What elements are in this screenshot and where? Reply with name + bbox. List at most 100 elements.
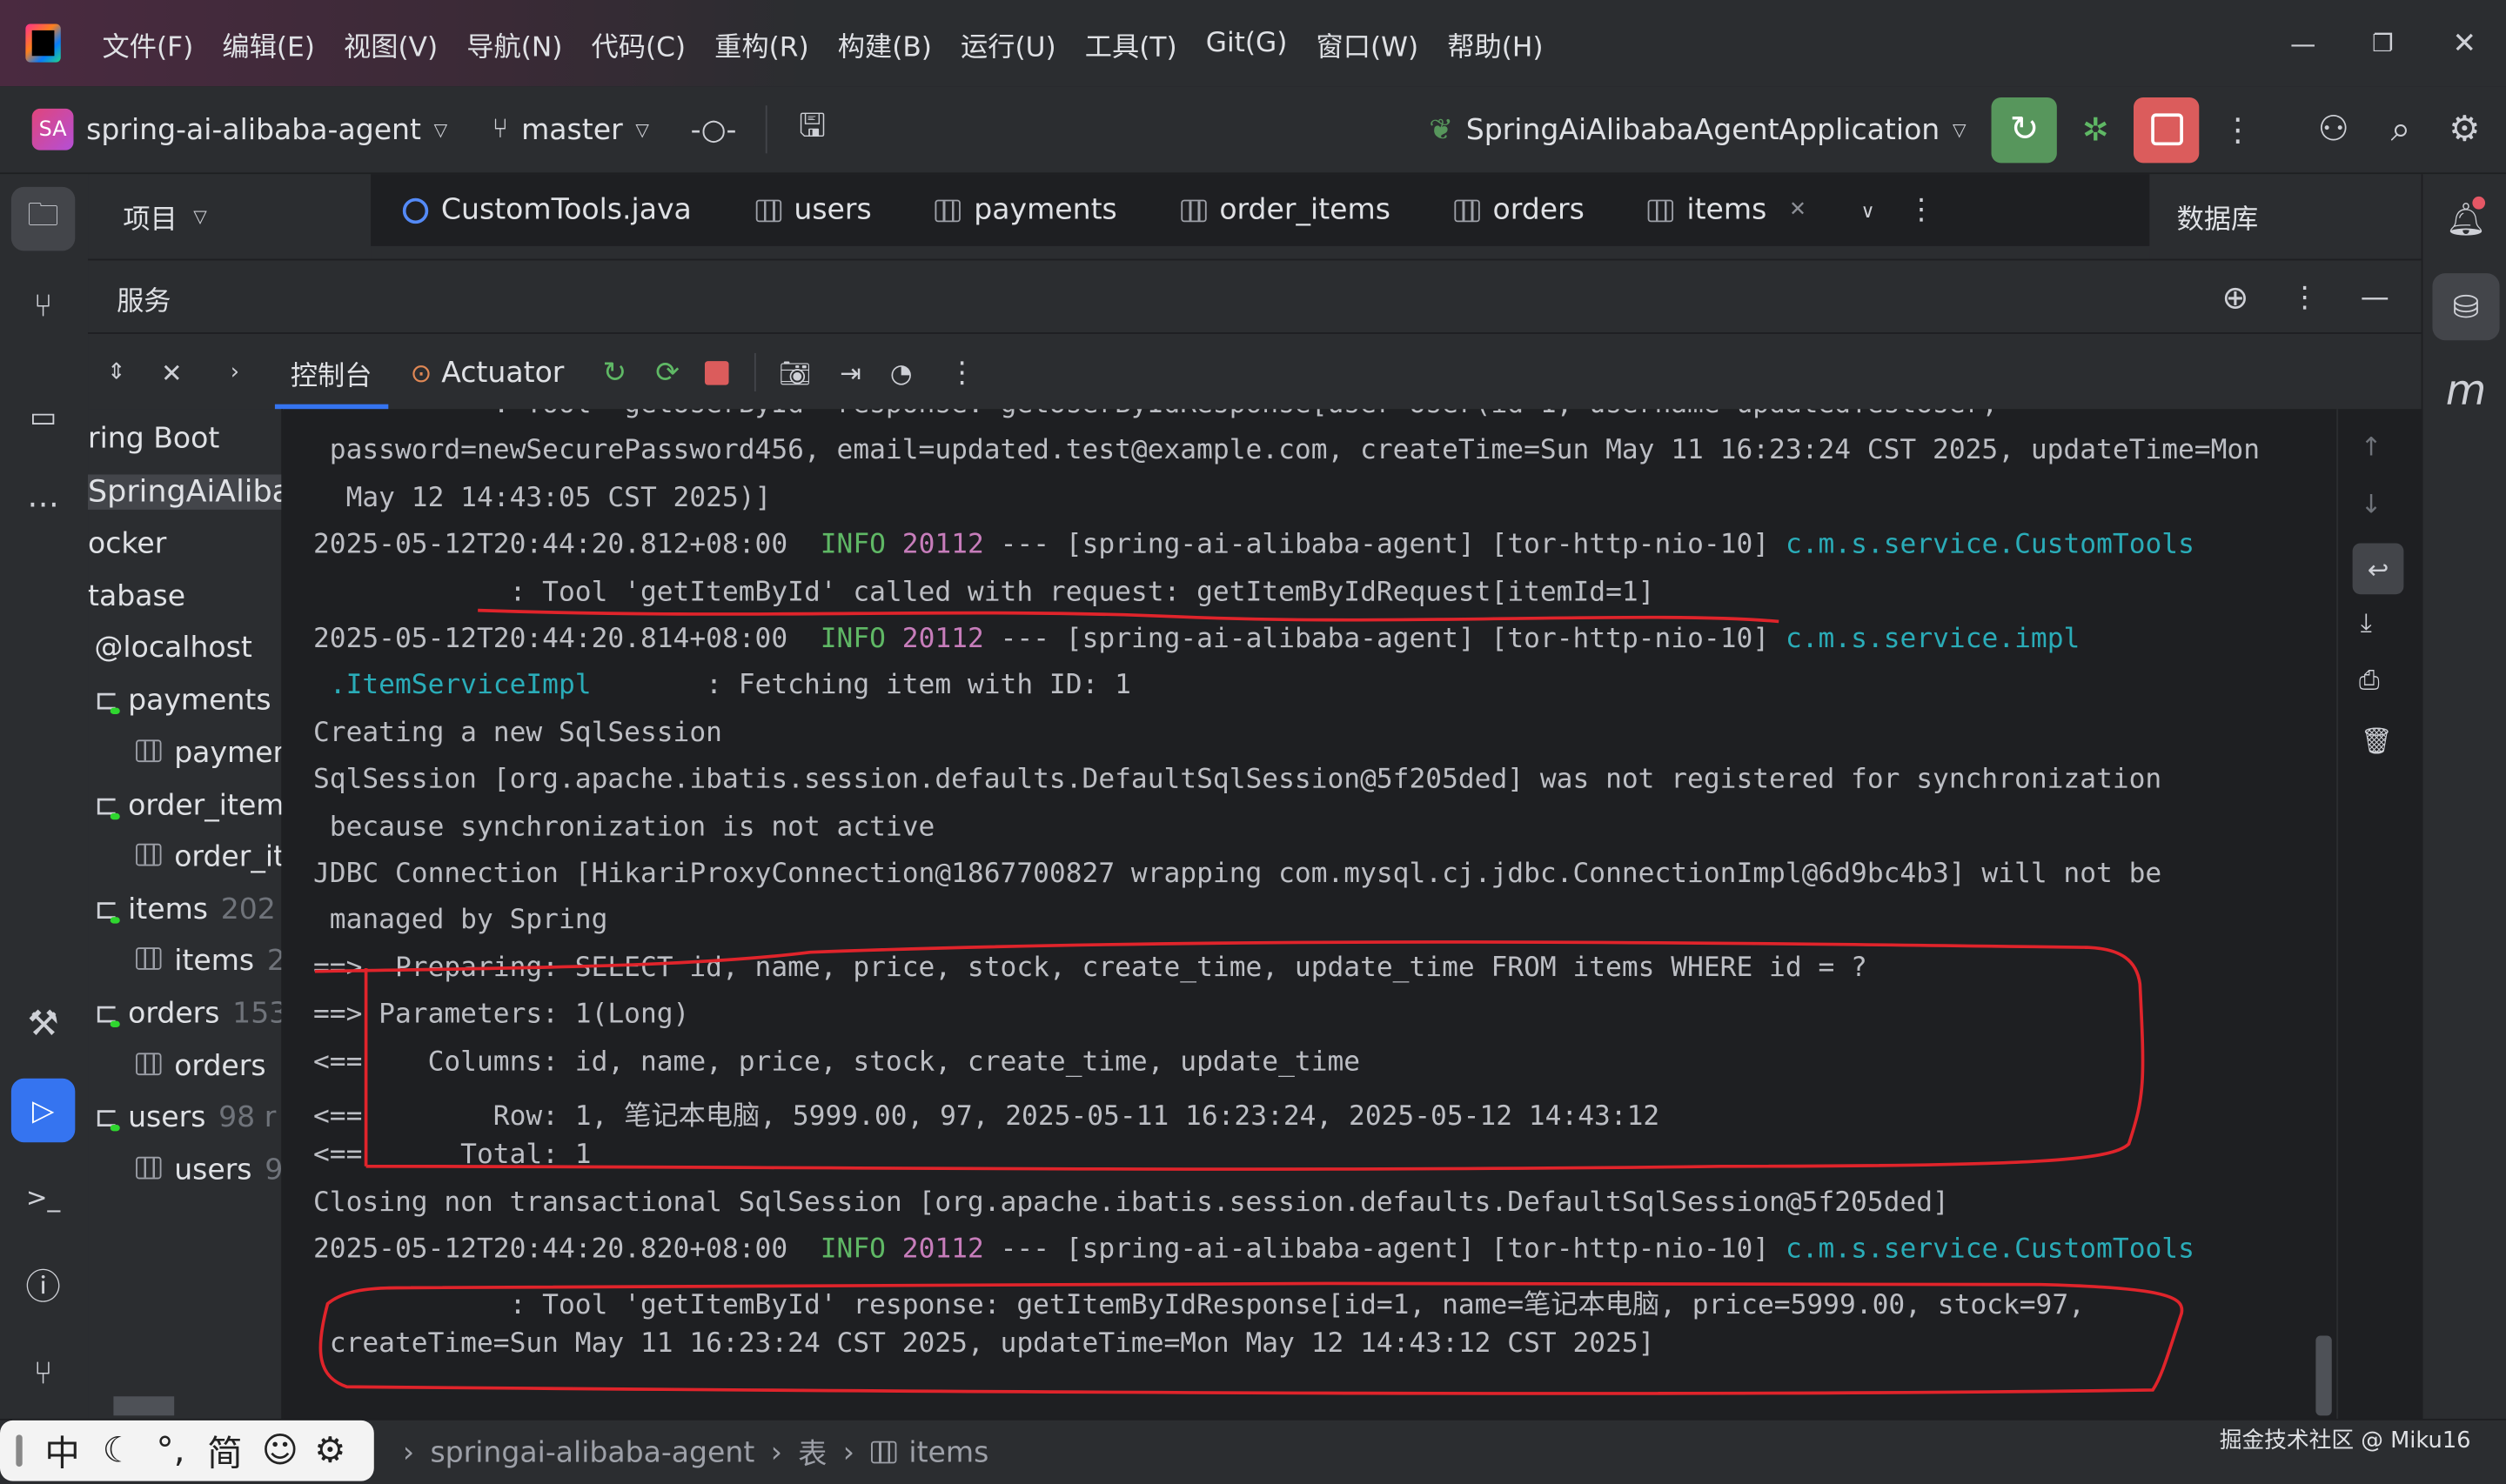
branch-selector[interactable]: ⑂ master ▽	[492, 112, 649, 146]
ime-handle[interactable]	[16, 1434, 23, 1467]
tree-node[interactable]: ⊏ items 202	[94, 893, 275, 927]
tree-node[interactable]: ⊏ users 98 r	[94, 1100, 276, 1134]
tree-node[interactable]: tabase	[88, 580, 198, 614]
ime-settings-icon[interactable]: ⚙	[314, 1431, 345, 1471]
tree-scrollbar[interactable]	[113, 1396, 175, 1416]
hide-panel-icon[interactable]: —	[2361, 280, 2389, 314]
tree-node[interactable]: order_items	[136, 840, 281, 874]
save-icon[interactable]: 🖫	[799, 103, 826, 157]
moon-icon[interactable]: ☾	[103, 1431, 134, 1471]
commit-icon[interactable]: -○-	[691, 112, 737, 146]
tree-node[interactable]: ⊏ order_items	[94, 789, 281, 823]
console-output[interactable]: : Tool 'getUserById' response: getUserBy…	[283, 409, 2337, 1419]
tab-users[interactable]: users	[740, 174, 888, 246]
tree-node[interactable]: orders	[136, 1050, 278, 1083]
tab-payments[interactable]: payments	[920, 174, 1133, 246]
tree-node[interactable]: users 9	[136, 1153, 281, 1187]
tree-node[interactable]: @localhost	[94, 631, 265, 665]
add-user-icon[interactable]: ⚇	[2318, 110, 2349, 150]
locate-icon[interactable]: ⊕	[2221, 278, 2248, 317]
more-icon[interactable]: ⋮	[2221, 110, 2254, 149]
folder-icon[interactable]: 🗀	[10, 186, 76, 251]
tree-node[interactable]: ⊏ payments	[94, 684, 281, 718]
ime-script-toggle[interactable]: 简	[207, 1425, 242, 1476]
build-icon[interactable]: ⚒	[11, 993, 75, 1056]
tree-node[interactable]: ocker	[88, 527, 179, 561]
emoji-icon[interactable]: ☺	[262, 1431, 298, 1471]
maven-icon[interactable]: m	[2434, 359, 2497, 423]
tree-node[interactable]: ⊏ orders 153	[94, 997, 281, 1031]
more-icon[interactable]: ⋮	[948, 356, 976, 390]
stop-icon[interactable]	[705, 360, 729, 384]
restore-icon[interactable]: ❐	[2343, 29, 2423, 57]
menu-item[interactable]: 重构(R)	[714, 23, 809, 64]
breadcrumb-item[interactable]: items	[908, 1435, 988, 1469]
structure-icon[interactable]: ▭	[11, 385, 75, 449]
chevron-right-icon[interactable]: ›	[231, 359, 239, 384]
tabs-dropdown-icon[interactable]: ∨	[1861, 199, 1875, 222]
project-selector[interactable]: SA spring-ai-alibaba-agent ▽	[31, 108, 447, 150]
profiler-icon[interactable]: ◔	[890, 358, 913, 388]
expand-all-icon[interactable]: ⇕	[107, 359, 126, 384]
services-icon[interactable]: ▷	[10, 1078, 76, 1143]
close-icon[interactable]: ✕	[2422, 26, 2506, 60]
menu-item[interactable]: 导航(N)	[466, 23, 562, 64]
debug-button[interactable]: ✲	[2070, 110, 2121, 149]
stop-button[interactable]	[2134, 97, 2200, 163]
problems-icon[interactable]: ⓘ	[11, 1253, 75, 1316]
collapse-all-icon[interactable]: ✕	[161, 358, 183, 388]
ime-punctuation-toggle[interactable]: °,	[157, 1431, 185, 1471]
rerun-icon[interactable]: ↻	[602, 356, 626, 390]
more-icon[interactable]: ⋮	[1906, 193, 1935, 227]
menu-item[interactable]: 视图(V)	[344, 23, 438, 64]
ime-language-toggle[interactable]: 中	[44, 1425, 79, 1476]
menu-item[interactable]: 编辑(E)	[222, 23, 315, 64]
project-panel-header[interactable]: 项目 ▽	[88, 174, 372, 259]
close-tab-icon[interactable]: ✕	[1789, 198, 1806, 223]
chevron-down-icon: ▽	[1952, 118, 1967, 140]
scroll-down-icon[interactable]: ↓	[2361, 489, 2382, 519]
menu-item[interactable]: 运行(U)	[961, 23, 1056, 64]
more-icon[interactable]: ⋮	[2290, 280, 2319, 314]
settings-icon[interactable]: ⚙	[2449, 110, 2480, 150]
menu-item[interactable]: 工具(T)	[1085, 23, 1177, 64]
tab-order-items[interactable]: order_items	[1165, 174, 1406, 246]
notifications-icon[interactable]: 🔔︎	[2434, 187, 2497, 251]
camera-icon[interactable]: 📷︎	[779, 358, 811, 388]
tab-orders[interactable]: orders	[1438, 174, 1600, 246]
tree-node[interactable]: payments	[136, 737, 281, 770]
tree-node[interactable]: SpringAiAlibaba	[88, 474, 282, 510]
pull-requests-icon[interactable]: ⑂	[11, 273, 75, 337]
tab-console[interactable]: 控制台	[274, 334, 388, 411]
tree-node[interactable]: ring Boot	[88, 422, 232, 456]
rerun-button[interactable]: ↻	[1991, 97, 2058, 163]
breadcrumb-item[interactable]: 表	[798, 1432, 827, 1474]
menu-item[interactable]: Git(G)	[1206, 27, 1288, 59]
soft-wrap-icon[interactable]: ↩	[2352, 543, 2404, 595]
git-icon[interactable]: ⑂	[11, 1340, 75, 1404]
terminal-icon[interactable]: >_	[11, 1165, 75, 1228]
minimize-icon[interactable]: —	[2263, 28, 2343, 58]
table-icon	[1454, 198, 1480, 222]
breadcrumb-item[interactable]: springai-alibaba-agent	[430, 1435, 754, 1469]
tab-items[interactable]: items ✕	[1632, 174, 1822, 246]
menu-item[interactable]: 构建(B)	[838, 23, 932, 64]
console-scrollbar[interactable]	[2315, 1335, 2332, 1416]
menu-item[interactable]: 代码(C)	[591, 23, 686, 64]
print-icon[interactable]: ⎙	[2359, 665, 2380, 697]
clear-icon[interactable]: 🗑︎	[2361, 725, 2393, 756]
scroll-up-icon[interactable]: ↑	[2361, 431, 2382, 462]
restart-icon[interactable]: ⟳	[655, 356, 680, 390]
exit-icon[interactable]: ⇥	[840, 358, 861, 388]
search-icon[interactable]: ⌕	[2391, 110, 2411, 150]
database-icon[interactable]: ⛁	[2432, 273, 2500, 341]
tab-actuator[interactable]: ⊙ Actuator	[411, 356, 565, 390]
menu-item[interactable]: 帮助(H)	[1447, 23, 1543, 64]
tab-customtools-java[interactable]: CustomTools.java	[386, 174, 707, 246]
menu-item[interactable]: 窗口(W)	[1316, 23, 1418, 64]
menu-item[interactable]: 文件(F)	[103, 23, 194, 64]
run-config-selector[interactable]: ❦ SpringAiAlibabaAgentApplication ▽	[1429, 112, 1966, 146]
tree-node[interactable]: items 2	[136, 944, 281, 978]
more-tools-icon[interactable]: ⋯	[11, 471, 75, 535]
scroll-to-end-icon[interactable]: ⤓	[2361, 607, 2372, 639]
